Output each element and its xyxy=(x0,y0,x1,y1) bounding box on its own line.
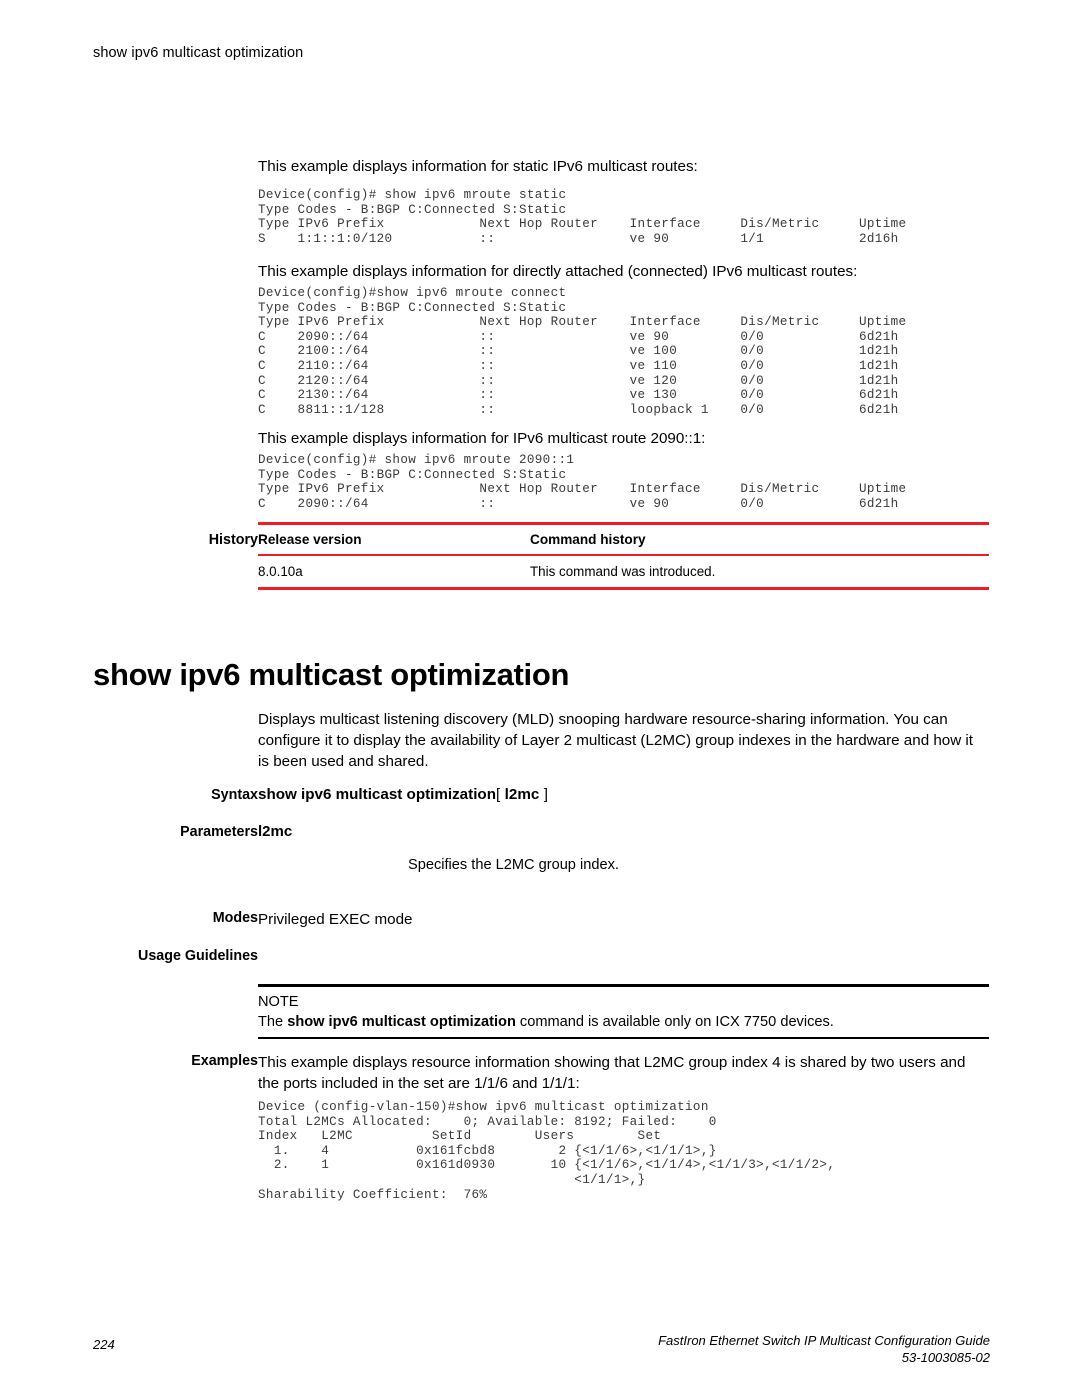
syntax-command: show ipv6 multicast optimization xyxy=(258,786,496,803)
note-text-prefix: The xyxy=(258,1013,288,1030)
syntax-bracket-open: [ xyxy=(495,786,501,803)
code-block-route-2090: Device(config)# show ipv6 mroute 2090::1… xyxy=(258,453,907,511)
footer-doc-number: 53-1003085-02 xyxy=(901,1350,990,1365)
footer-document-info: FastIron Ethernet Switch IP Multicast Co… xyxy=(658,1332,990,1366)
parameter-description: Specifies the L2MC group index. xyxy=(408,857,619,873)
footer-guide-title: FastIron Ethernet Switch IP Multicast Co… xyxy=(658,1333,990,1348)
history-rule-bottom xyxy=(258,587,989,590)
document-page: show ipv6 multicast optimization This ex… xyxy=(0,0,1080,1397)
examples-intro: This example displays resource informati… xyxy=(258,1054,966,1092)
code-block-static: Device(config)# show ipv6 mroute static … xyxy=(258,188,907,246)
usage-guidelines-label: Usage Guidelines xyxy=(138,948,258,964)
table-row: 8.0.10a This command was introduced. xyxy=(258,556,989,587)
code-block-optimization: Device (config-vlan-150)#show ipv6 multi… xyxy=(258,1100,836,1202)
note-text-suffix: command is available only on ICX 7750 de… xyxy=(515,1013,834,1030)
parameters-label: Parameters xyxy=(180,824,258,840)
code-block-connected: Device(config)#show ipv6 mroute connect … xyxy=(258,286,907,417)
note-text-command: show ipv6 multicast optimization xyxy=(287,1013,516,1030)
example-intro-connected: This example displays information for di… xyxy=(258,263,858,280)
note-text: The show ipv6 multicast optimization com… xyxy=(258,1012,989,1032)
example-intro-static: This example displays information for st… xyxy=(258,158,698,175)
page-title: show ipv6 multicast optimization xyxy=(93,656,570,692)
syntax-bracket-close: ] xyxy=(543,786,548,803)
history-header-row: Release version Command history xyxy=(258,525,989,554)
history-table: Release version Command history 8.0.10a … xyxy=(258,522,989,590)
examples-label: Examples xyxy=(191,1053,258,1069)
note-rule-bottom xyxy=(258,1036,989,1039)
running-header: show ipv6 multicast optimization xyxy=(93,45,304,61)
example-intro-route-2090: This example displays information for IP… xyxy=(258,430,706,447)
modes-label: Modes xyxy=(212,910,258,926)
history-label: History xyxy=(208,532,258,548)
syntax-value: show ipv6 multicast optimization[ l2mc ] xyxy=(258,786,548,804)
footer-page-number: 224 xyxy=(93,1337,115,1352)
parameter-name: l2mc xyxy=(258,823,293,840)
syntax-optional-param: l2mc xyxy=(504,786,540,803)
history-cell-history: This command was introduced. xyxy=(530,564,716,579)
history-col-command: Command history xyxy=(530,532,646,547)
note-box: NOTE The show ipv6 multicast optimizatio… xyxy=(258,984,989,1039)
syntax-label: Syntax xyxy=(211,787,258,803)
section-description: Displays multicast listening discovery (… xyxy=(258,711,974,770)
history-col-release: Release version xyxy=(258,532,362,547)
note-title: NOTE xyxy=(258,993,299,1010)
history-cell-release: 8.0.10a xyxy=(258,564,303,579)
modes-value: Privileged EXEC mode xyxy=(258,911,413,928)
